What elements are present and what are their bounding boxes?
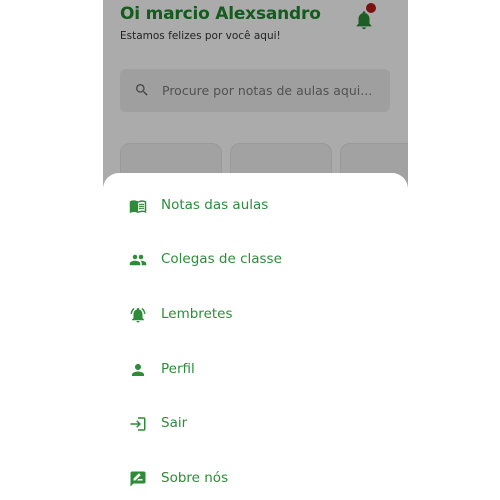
menu-item-label: Sair [161, 415, 188, 431]
menu-item-sobre[interactable]: Sobre nós [103, 459, 408, 499]
menu-item-perfil[interactable]: Perfil [103, 350, 408, 390]
feedback-icon [130, 471, 146, 487]
app-screen: Oi marcio Alexsandro Estamos felizes por… [103, 0, 408, 500]
people-icon [129, 254, 147, 266]
menu-item-label: Perfil [161, 361, 195, 377]
menu-item-colegas[interactable]: Colegas de classe [103, 240, 408, 280]
alarm-bell-icon [130, 307, 146, 323]
menu-item-label: Colegas de classe [161, 251, 282, 267]
menu-item-label: Lembretes [161, 306, 233, 322]
menu-item-lembretes[interactable]: Lembretes [103, 295, 408, 335]
book-icon [129, 200, 147, 214]
logout-icon [130, 417, 146, 431]
menu-item-label: Notas das aulas [161, 197, 269, 213]
person-icon [132, 364, 144, 376]
menu-item-notas[interactable]: Notas das aulas [103, 186, 408, 226]
menu-item-sair[interactable]: Sair [103, 404, 408, 444]
menu-item-label: Sobre nós [161, 470, 229, 486]
bottom-sheet-menu: Notas das aulas Colegas de classe Lembre… [103, 173, 408, 500]
